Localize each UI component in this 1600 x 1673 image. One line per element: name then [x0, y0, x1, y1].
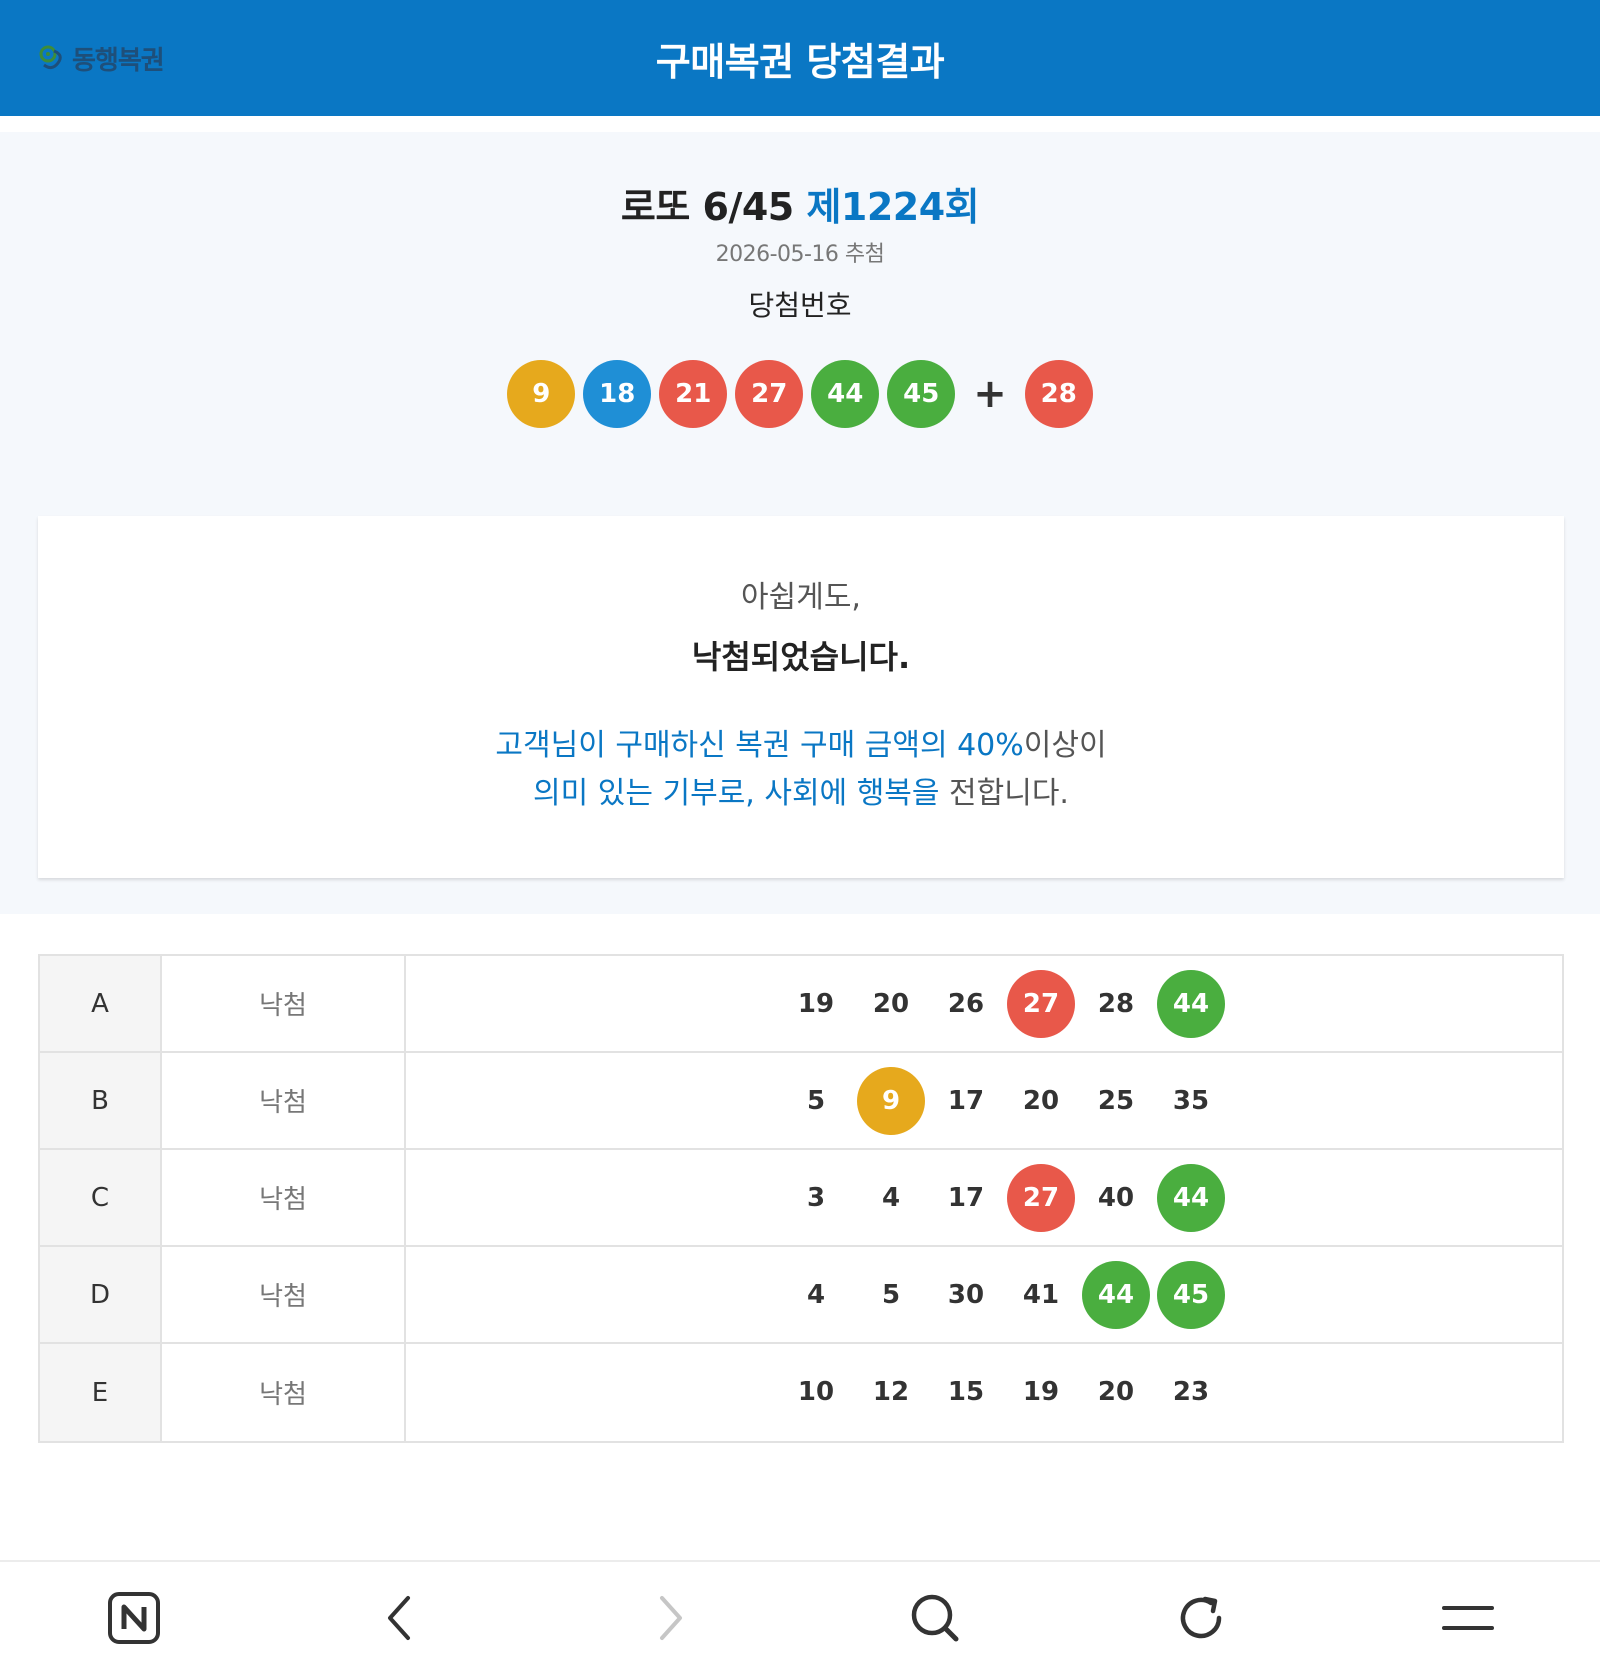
donation-text: 전합니다. [939, 776, 1069, 811]
ticket-status: 낙첨 [162, 1053, 406, 1148]
winning-numbers-label: 당첨번호 [748, 289, 852, 322]
ticket-number: 25 [1097, 1086, 1135, 1116]
ticket-results-table: A 낙첨 19 20 26 27 28 44 B 낙첨 5 9 17 20 25 35 C 낙첨 3 4 17 27 40 4… [38, 954, 1564, 1443]
ticket-number: 23 [1172, 1377, 1210, 1407]
ticket-number: 20 [1022, 1086, 1060, 1116]
menu-icon[interactable] [1438, 1588, 1498, 1648]
matched-number-ball: 44 [1082, 1261, 1150, 1329]
page-title: 구매복권 당첨결과 [655, 39, 945, 84]
winning-ball: 45 [887, 360, 956, 428]
ticket-number: 15 [947, 1377, 985, 1407]
donation-text: 이상이 [1023, 728, 1107, 763]
donation-text-highlight: 의미 있는 기부로, 사회에 행복을 [533, 776, 940, 811]
ticket-row: A 낙첨 19 20 26 27 28 44 [40, 956, 1562, 1053]
ticket-number: 30 [947, 1280, 985, 1310]
ticket-number: 28 [1097, 989, 1135, 1019]
matched-number-ball: 44 [1157, 970, 1225, 1038]
result-card: 아쉽게도, 낙첨되었습니다. 고객님이 구매하신 복권 구매 금액의 40%이상… [38, 516, 1564, 878]
bonus-ball: 28 [1024, 360, 1093, 428]
matched-number-ball: 45 [1157, 1261, 1225, 1329]
ticket-numbers: 4 5 30 41 44 45 [406, 1247, 1562, 1342]
ticket-number: 26 [947, 989, 985, 1019]
winning-numbers: 9 18 21 27 44 45 + 28 [0, 360, 1600, 428]
game-name: 로또 6/45 [620, 185, 794, 229]
ticket-number: 20 [1097, 1377, 1135, 1407]
ticket-numbers: 19 20 26 27 28 44 [406, 956, 1562, 1051]
matched-number-ball: 27 [1007, 970, 1075, 1038]
draw-date: 2026-05-16 추첨 [715, 242, 885, 267]
ticket-number: 4 [806, 1280, 826, 1310]
ticket-label: B [40, 1053, 162, 1148]
result-message: 낙첨되었습니다. [691, 638, 911, 676]
search-icon[interactable] [905, 1588, 965, 1648]
ticket-number: 19 [1022, 1377, 1060, 1407]
ticket-number: 12 [872, 1377, 910, 1407]
winning-ball: 21 [659, 360, 728, 428]
winning-ball: 27 [735, 360, 804, 428]
ticket-number: 17 [947, 1086, 985, 1116]
game-title: 로또 6/45 제1224회 [0, 176, 1600, 231]
winning-ball: 9 [507, 360, 576, 428]
winning-ball: 18 [583, 360, 652, 428]
ticket-number: 5 [881, 1280, 901, 1310]
logo-mark-icon [39, 45, 62, 69]
winning-ball: 44 [811, 360, 880, 428]
round-number: 제1224회 [806, 185, 980, 229]
ticket-number: 3 [806, 1183, 826, 1213]
ticket-number: 20 [872, 989, 910, 1019]
app-header: 동행복권 구매복권 당첨결과 [0, 0, 1600, 116]
ticket-label: D [40, 1247, 162, 1342]
ticket-label: A [40, 956, 162, 1051]
donation-text-highlight: 고객님이 구매하신 복권 구매 금액의 40% [495, 728, 1024, 763]
ticket-number: 41 [1022, 1280, 1060, 1310]
ticket-numbers: 5 9 17 20 25 35 [406, 1053, 1562, 1148]
plus-sign: + [973, 371, 1007, 417]
ticket-number: 35 [1172, 1086, 1210, 1116]
ticket-status: 낙첨 [162, 1344, 406, 1441]
ticket-row: B 낙첨 5 9 17 20 25 35 [40, 1053, 1562, 1150]
result-message-intro: 아쉽게도, [741, 580, 861, 615]
ticket-status: 낙첨 [162, 956, 406, 1051]
matched-number-ball: 44 [1157, 1164, 1225, 1232]
ticket-status: 낙첨 [162, 1150, 406, 1245]
ticket-number: 19 [797, 989, 835, 1019]
ticket-status: 낙첨 [162, 1247, 406, 1342]
ticket-number: 17 [947, 1183, 985, 1213]
ticket-row: C 낙첨 3 4 17 27 40 44 [40, 1150, 1562, 1247]
dhlottery-logo[interactable]: 동행복권 [38, 40, 165, 77]
ticket-numbers: 10 12 15 19 20 23 [406, 1344, 1562, 1441]
forward-icon[interactable] [640, 1588, 700, 1648]
ticket-number: 4 [881, 1183, 901, 1213]
ticket-row: D 낙첨 4 5 30 41 44 45 [40, 1247, 1562, 1344]
refresh-icon[interactable] [1172, 1588, 1232, 1648]
donation-message: 고객님이 구매하신 복권 구매 금액의 40%이상이 의미 있는 기부로, 사회… [38, 722, 1564, 818]
logo-text: 동행복권 [72, 46, 165, 76]
draw-summary: 로또 6/45 제1224회 2026-05-16 추첨 당첨번호 9 18 2… [0, 132, 1600, 914]
ticket-number: 5 [806, 1086, 826, 1116]
ticket-numbers: 3 4 17 27 40 44 [406, 1150, 1562, 1245]
ticket-number: 10 [797, 1377, 835, 1407]
ticket-label: C [40, 1150, 162, 1245]
matched-number-ball: 27 [1007, 1164, 1075, 1232]
ticket-row: E 낙첨 10 12 15 19 20 23 [40, 1344, 1562, 1441]
ticket-number: 40 [1097, 1183, 1135, 1213]
back-icon[interactable] [370, 1588, 430, 1648]
naver-home-icon[interactable] [104, 1588, 164, 1648]
matched-number-ball: 9 [857, 1067, 925, 1135]
browser-toolbar [0, 1560, 1600, 1673]
ticket-label: E [40, 1344, 162, 1441]
